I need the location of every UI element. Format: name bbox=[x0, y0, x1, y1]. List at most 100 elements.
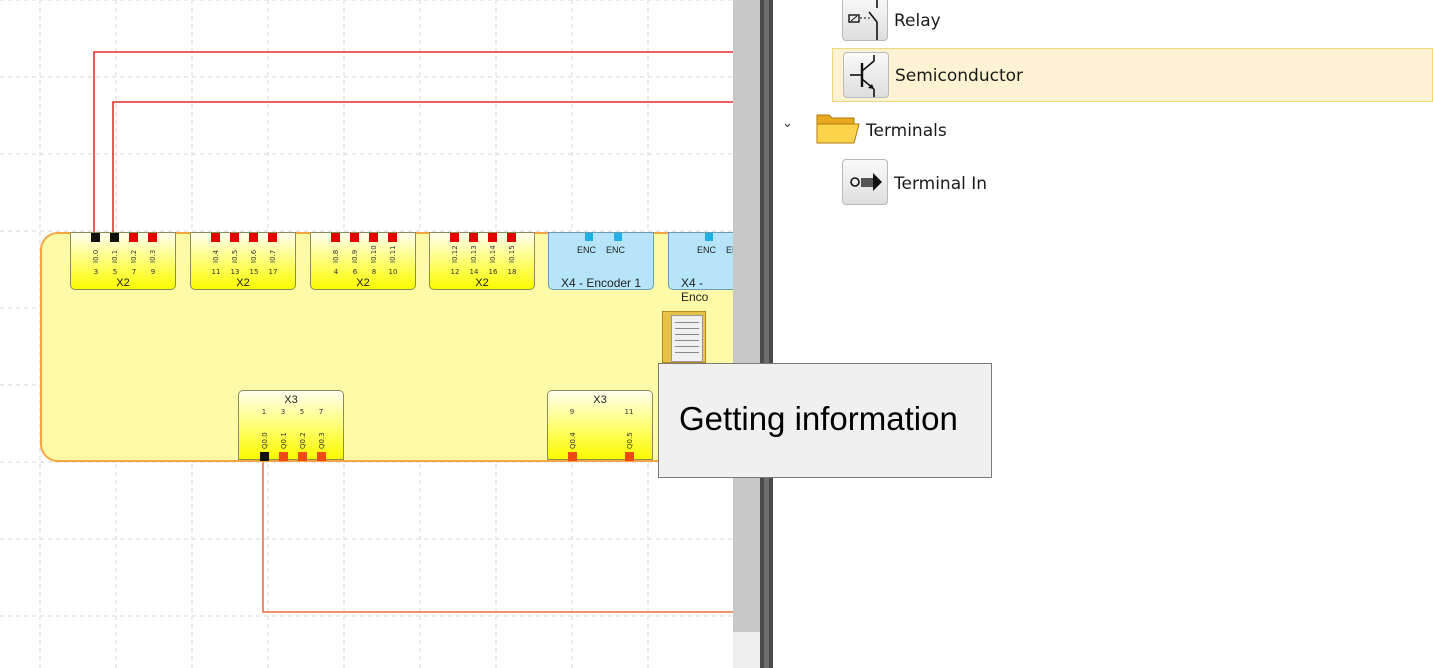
input-pin[interactable] bbox=[268, 233, 277, 242]
tree-item-label: Relay bbox=[894, 11, 941, 31]
block-label: X4 - Encoder 1 bbox=[561, 276, 642, 290]
block-label: X4 - Enco bbox=[681, 276, 709, 304]
input-pin[interactable] bbox=[91, 233, 100, 242]
terminal-number: 11 bbox=[211, 268, 221, 276]
block-label: X2 bbox=[356, 277, 370, 289]
folder-open-icon bbox=[816, 111, 860, 145]
pin-label: I0.8 bbox=[332, 249, 340, 263]
pin-label: Q0.0 bbox=[261, 432, 269, 449]
pin-label: Q0.1 bbox=[280, 432, 288, 449]
terminal-number: 7 bbox=[131, 268, 137, 276]
relay-icon bbox=[842, 0, 888, 41]
pin-label: I0.14 bbox=[489, 245, 497, 263]
pin-label: I0.9 bbox=[351, 249, 359, 263]
panel-splitter[interactable] bbox=[760, 0, 773, 668]
tree-item-terminal-in[interactable]: Terminal In bbox=[774, 158, 1433, 212]
output-pin[interactable] bbox=[260, 452, 269, 461]
block-label: X2 bbox=[116, 277, 130, 289]
input-terminal-block[interactable]: I0.4 11 I0.5 13 I0.6 15 I0.7 17 X2 bbox=[190, 232, 296, 290]
terminal-number: 18 bbox=[507, 268, 517, 276]
terminal-number: 5 bbox=[112, 268, 118, 276]
input-pin[interactable] bbox=[388, 233, 397, 242]
terminal-number: 9 bbox=[569, 408, 575, 416]
input-pin[interactable] bbox=[129, 233, 138, 242]
input-pin[interactable] bbox=[110, 233, 119, 242]
input-pin[interactable] bbox=[148, 233, 157, 242]
component-tree-panel: Relay Semiconductor ⌄ Terminals Terminal… bbox=[774, 0, 1433, 668]
terminal-in-icon bbox=[842, 159, 888, 205]
input-pin[interactable] bbox=[507, 233, 516, 242]
input-pin[interactable] bbox=[249, 233, 258, 242]
pin-label: I0.2 bbox=[130, 249, 138, 263]
pin-label: I0.13 bbox=[470, 245, 478, 263]
input-pin[interactable] bbox=[369, 233, 378, 242]
block-label: X3 bbox=[284, 394, 298, 406]
tree-item-label: Terminal In bbox=[894, 174, 988, 194]
input-pin[interactable] bbox=[450, 233, 459, 242]
terminal-number: 12 bbox=[450, 268, 460, 276]
tooltip-text: Getting information bbox=[679, 400, 958, 437]
tree-item-relay[interactable]: Relay bbox=[774, 0, 1433, 49]
encoder-pin[interactable] bbox=[705, 233, 713, 241]
output-pin[interactable] bbox=[279, 452, 288, 461]
wire-2[interactable] bbox=[112, 101, 733, 238]
pin-label: Q0.5 bbox=[626, 432, 634, 449]
pin-label: Q0.4 bbox=[569, 432, 577, 449]
pin-label: Q0.2 bbox=[299, 432, 307, 449]
input-pin[interactable] bbox=[230, 233, 239, 242]
block-label: X2 bbox=[475, 277, 489, 289]
encoder-pin[interactable] bbox=[585, 233, 593, 241]
tree-item-terminals[interactable]: ⌄ Terminals bbox=[774, 103, 1433, 157]
tree-item-semiconductor[interactable]: Semiconductor bbox=[832, 48, 1433, 102]
pin-label: I0.12 bbox=[451, 245, 459, 263]
scrollbar-thumb[interactable] bbox=[733, 0, 760, 632]
output-terminal-block[interactable]: X3 9 Q0.4 11 Q0.5 bbox=[547, 390, 653, 461]
input-pin[interactable] bbox=[488, 233, 497, 242]
encoder-pin-label: ENC bbox=[697, 245, 717, 255]
encoder-pin-label: ENC bbox=[606, 245, 626, 255]
pin-label: I0.6 bbox=[250, 249, 258, 263]
encoder-pin-label: EN bbox=[726, 245, 733, 255]
diagram-canvas[interactable]: I0.0 3 I0.1 5 I0.2 7 I0.3 9 X2 I0.4 11 I0.5 13 I0.6 15… bbox=[0, 0, 733, 668]
terminal-number: 7 bbox=[318, 408, 324, 416]
output-pin[interactable] bbox=[317, 452, 326, 461]
terminal-number: 8 bbox=[371, 268, 377, 276]
terminal-number: 3 bbox=[93, 268, 99, 276]
tree-item-label: Terminals bbox=[866, 121, 947, 141]
terminal-number: 14 bbox=[469, 268, 479, 276]
status-tooltip: Getting information bbox=[658, 363, 992, 478]
input-terminal-block[interactable]: I0.8 4 I0.9 6 I0.10 8 I0.11 10 X2 bbox=[310, 232, 416, 290]
pin-label: I0.10 bbox=[370, 245, 378, 263]
input-pin[interactable] bbox=[331, 233, 340, 242]
input-pin[interactable] bbox=[469, 233, 478, 242]
terminal-number: 5 bbox=[299, 408, 305, 416]
chevron-down-icon[interactable]: ⌄ bbox=[782, 116, 793, 131]
device-image[interactable] bbox=[662, 311, 706, 363]
pin-label: I0.0 bbox=[92, 249, 100, 263]
input-terminal-block[interactable]: I0.0 3 I0.1 5 I0.2 7 I0.3 9 X2 bbox=[70, 232, 176, 290]
output-terminal-block[interactable]: X3 1 Q0.0 3 Q0.1 5 Q0.2 7 Q0.3 bbox=[238, 390, 344, 461]
input-pin[interactable] bbox=[350, 233, 359, 242]
terminal-number: 17 bbox=[268, 268, 278, 276]
input-terminal-block[interactable]: I0.12 12 I0.13 14 I0.14 16 I0.15 18 X2 bbox=[429, 232, 535, 290]
output-pin[interactable] bbox=[625, 452, 634, 461]
terminal-number: 16 bbox=[488, 268, 498, 276]
terminal-number: 6 bbox=[352, 268, 358, 276]
pin-label: I0.11 bbox=[389, 245, 397, 263]
output-pin[interactable] bbox=[298, 452, 307, 461]
terminal-number: 13 bbox=[230, 268, 240, 276]
transistor-icon bbox=[843, 52, 889, 98]
encoder-block[interactable]: ENC EN X4 - Enco bbox=[668, 232, 733, 304]
terminal-number: 1 bbox=[261, 408, 267, 416]
encoder-pin[interactable] bbox=[614, 233, 622, 241]
block-label: X3 bbox=[593, 394, 607, 406]
terminal-number: 4 bbox=[333, 268, 339, 276]
pin-label: Q0.3 bbox=[318, 432, 326, 449]
encoder-pin-label: ENC bbox=[577, 245, 597, 255]
wire-3[interactable] bbox=[262, 458, 733, 613]
input-pin[interactable] bbox=[211, 233, 220, 242]
encoder-block[interactable]: ENC ENC X4 - Encoder 1 bbox=[548, 232, 654, 290]
wire-1[interactable] bbox=[93, 51, 733, 238]
output-pin[interactable] bbox=[568, 452, 577, 461]
terminal-number: 15 bbox=[249, 268, 259, 276]
